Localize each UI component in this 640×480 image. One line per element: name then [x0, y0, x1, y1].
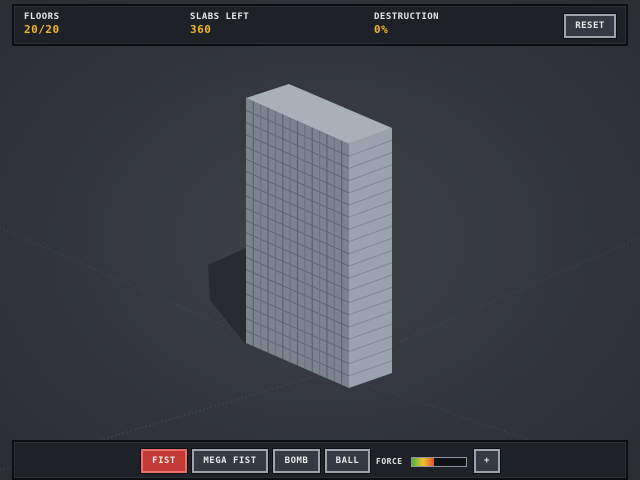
floors-label: FLOORS	[24, 12, 60, 22]
slabs-stat: SLABS LEFT 360	[190, 12, 249, 36]
bottom-toolbar: FIST MEGA FIST BOMB BALL FORCE +	[12, 440, 628, 480]
destruction-label: DESTRUCTION	[374, 12, 440, 22]
force-plus-button[interactable]: +	[473, 448, 501, 474]
floors-value: 20/20	[24, 23, 60, 36]
tool-fist-button[interactable]: FIST	[140, 448, 188, 474]
building[interactable]	[245, 84, 393, 388]
destruction-value: 0%	[374, 23, 389, 36]
force-label: FORCE	[376, 457, 403, 466]
force-meter-fill	[412, 458, 434, 466]
floors-stat: FLOORS 20/20	[24, 12, 60, 36]
slabs-value: 360	[190, 23, 212, 36]
slabs-label: SLABS LEFT	[190, 12, 250, 22]
tool-mega-fist-button[interactable]: MEGA FIST	[191, 448, 269, 474]
tool-ball-button[interactable]: BALL	[324, 448, 371, 474]
top-hud: FLOORS 20/20 SLABS LEFT 360 DESTRUCTION …	[12, 4, 628, 46]
reset-button[interactable]: RESET	[563, 13, 617, 39]
building-shadow	[208, 248, 246, 345]
destruction-stat: DESTRUCTION 0%	[374, 12, 439, 36]
force-meter[interactable]	[411, 457, 467, 467]
game-viewport[interactable]	[0, 0, 640, 480]
tool-bomb-button[interactable]: BOMB	[272, 448, 321, 474]
